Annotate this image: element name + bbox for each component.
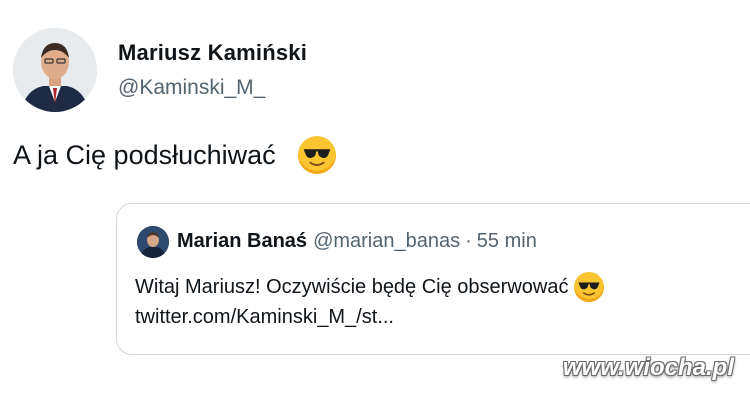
author-handle[interactable]: @Kaminski_M_ <box>118 76 265 100</box>
quoted-text: Witaj Mariusz! Oczywiście będę Cię obser… <box>135 272 605 332</box>
sunglasses-emoji-icon <box>297 136 336 174</box>
author-avatar[interactable] <box>13 28 97 112</box>
tweet-text-content: A ja Cię podsłuchiwać <box>13 139 276 170</box>
tweet: Mariusz Kamiński @Kaminski_M_ A ja Cię p… <box>0 0 750 394</box>
quoted-text-line1: Witaj Mariusz! Oczywiście będę Cię obser… <box>135 276 569 298</box>
tweet-text: A ja Cię podsłuchiwać <box>13 136 336 174</box>
quoted-link[interactable]: twitter.com/Kaminski_M_/st... <box>135 302 394 332</box>
quoted-tweet-card[interactable]: Marian Banaś @marian_banas · 55 min Witaj M… <box>116 203 750 355</box>
separator-dot: · <box>465 230 472 252</box>
quoted-text-line: Witaj Mariusz! Oczywiście będę Cię obser… <box>135 272 605 302</box>
author-name[interactable]: Mariusz Kamiński <box>118 40 307 66</box>
quoted-timestamp[interactable]: 55 min <box>477 230 537 252</box>
quoted-author-name[interactable]: Marian Banaś <box>177 230 307 252</box>
quoted-author-avatar[interactable] <box>137 226 169 258</box>
quoted-header: Marian Banaś @marian_banas · 55 min <box>177 230 537 253</box>
quoted-link-line: twitter.com/Kaminski_M_/st... <box>135 302 604 332</box>
watermark: www.wiocha.pl <box>562 354 734 381</box>
sunglasses-emoji-icon <box>574 272 605 302</box>
quoted-author-handle[interactable]: @marian_banas <box>313 230 460 252</box>
